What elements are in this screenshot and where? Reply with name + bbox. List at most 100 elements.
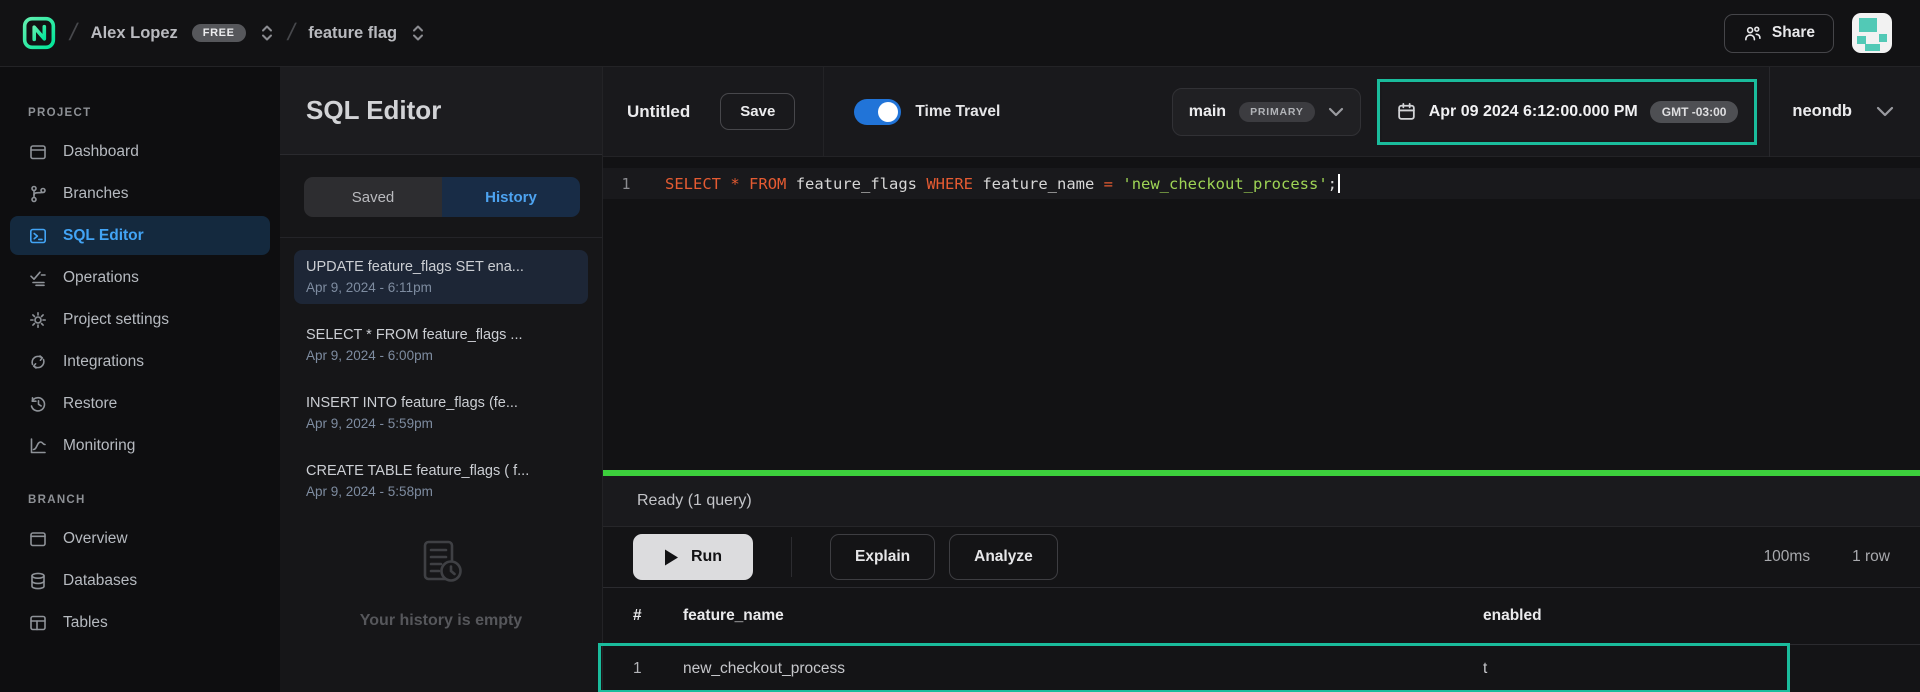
sidebar-item-overview[interactable]: Overview xyxy=(10,519,270,558)
sidebar-item-label: Operations xyxy=(63,269,139,287)
sql-token: FROM xyxy=(749,175,786,193)
sql-token: = xyxy=(1104,175,1113,193)
calendar-icon xyxy=(1396,101,1417,122)
saved-history-tabs: SavedHistory xyxy=(304,177,580,217)
database-name: neondb xyxy=(1792,102,1852,121)
time-travel-toggle[interactable] xyxy=(854,99,901,125)
editor-header: Untitled Save Time Travel main PRIMARY xyxy=(603,67,1920,157)
monitoring-icon xyxy=(28,436,48,456)
settings-gear-icon xyxy=(28,310,48,330)
page-title: SQL Editor xyxy=(306,95,441,126)
history-query-text: INSERT INTO feature_flags (fe... xyxy=(306,395,576,411)
document-title[interactable]: Untitled xyxy=(627,102,690,122)
sql-token xyxy=(740,175,749,193)
chevron-down-icon xyxy=(1876,106,1894,117)
history-list: UPDATE feature_flags SET ena...Apr 9, 20… xyxy=(280,238,602,522)
timezone-badge: GMT -03:00 xyxy=(1650,101,1739,123)
sidebar-item-label: Integrations xyxy=(63,353,144,371)
table-row[interactable]: 1new_checkout_processt xyxy=(603,645,1920,692)
sidebar-item-restore[interactable]: Restore xyxy=(10,384,270,423)
tab-history[interactable]: History xyxy=(442,177,580,217)
sidebar-item-tables[interactable]: Tables xyxy=(10,603,270,642)
sidebar-item-label: SQL Editor xyxy=(63,227,144,245)
tables-icon xyxy=(28,613,48,633)
sidebar-item-label: Project settings xyxy=(63,311,169,329)
chevron-down-icon xyxy=(1328,107,1344,117)
sidebar-item-sql-editor[interactable]: SQL Editor xyxy=(10,216,270,255)
sidebar-section-label: PROJECT xyxy=(0,107,280,129)
org-switcher-icon[interactable] xyxy=(260,23,274,43)
sidebar-item-monitoring[interactable]: Monitoring xyxy=(10,426,270,465)
history-item[interactable]: INSERT INTO feature_flags (fe...Apr 9, 2… xyxy=(294,386,588,440)
history-item[interactable]: SELECT * FROM feature_flags ...Apr 9, 20… xyxy=(294,318,588,372)
history-item[interactable]: CREATE TABLE feature_flags ( f...Apr 9, … xyxy=(294,454,588,508)
integrations-icon xyxy=(28,352,48,372)
sidebar-item-operations[interactable]: Operations xyxy=(10,258,270,297)
code-line: 1 SELECT * FROM feature_flags WHERE feat… xyxy=(603,168,1920,199)
sql-statement: SELECT * FROM feature_flags WHERE featur… xyxy=(665,174,1340,193)
sql-token: 'new_checkout_process' xyxy=(1122,175,1327,193)
branch-selector[interactable]: main PRIMARY xyxy=(1172,88,1361,136)
sidebar-item-branches[interactable]: Branches xyxy=(10,174,270,213)
sidebar-section-label: BRANCH xyxy=(0,494,280,516)
table-cell: new_checkout_process xyxy=(683,660,1483,678)
query-duration: 100ms xyxy=(1764,548,1811,566)
sql-token: feature_name xyxy=(973,175,1104,193)
divider xyxy=(823,67,824,157)
people-icon xyxy=(1743,24,1762,43)
sidebar-item-label: Monitoring xyxy=(63,437,135,455)
top-bar: / Alex Lopez FREE / feature flag xyxy=(0,0,1920,67)
explain-button[interactable]: Explain xyxy=(830,534,935,580)
neon-logo-icon[interactable] xyxy=(22,16,56,50)
toggle-knob xyxy=(878,102,898,122)
history-item[interactable]: UPDATE feature_flags SET ena...Apr 9, 20… xyxy=(294,250,588,304)
sql-token: ; xyxy=(1328,175,1337,193)
share-button-label: Share xyxy=(1772,24,1815,42)
time-travel-datetime-picker[interactable]: Apr 09 2024 6:12:00.000 PM GMT -03:00 xyxy=(1382,84,1753,140)
sidebar-item-databases[interactable]: Databases xyxy=(10,561,270,600)
project-switcher-icon[interactable] xyxy=(411,23,425,43)
breadcrumb: / Alex Lopez FREE / feature flag xyxy=(22,16,425,50)
sidebar-item-label: Dashboard xyxy=(63,143,139,161)
results-table: #feature_nameenabled 1new_checkout_proce… xyxy=(603,587,1920,692)
sql-editor-panel: SQL Editor SavedHistory UPDATE feature_f… xyxy=(280,67,603,692)
row-count: 1 row xyxy=(1852,548,1890,566)
text-cursor xyxy=(1338,174,1340,193)
avatar[interactable] xyxy=(1852,13,1892,53)
table-header-row: #feature_nameenabled xyxy=(603,588,1920,645)
sidebar-item-dashboard[interactable]: Dashboard xyxy=(10,132,270,171)
annotation-box-time-picker: Apr 09 2024 6:12:00.000 PM GMT -03:00 xyxy=(1377,79,1758,145)
org-name[interactable]: Alex Lopez xyxy=(91,24,178,43)
history-query-text: SELECT * FROM feature_flags ... xyxy=(306,327,576,343)
status-text: Ready (1 query) xyxy=(637,492,752,510)
sql-token: SELECT xyxy=(665,175,721,193)
project-name[interactable]: feature flag xyxy=(308,24,397,43)
sql-code-editor[interactable]: 1 SELECT * FROM feature_flags WHERE feat… xyxy=(603,157,1920,470)
column-header: feature_name xyxy=(683,607,1483,625)
sidebar-item-label: Overview xyxy=(63,530,128,548)
sidebar: PROJECT Dashboard Branches SQL Editor Operat… xyxy=(0,67,280,692)
dashboard-icon xyxy=(28,142,48,162)
table-cell: t xyxy=(1483,660,1920,678)
run-button-label: Run xyxy=(691,548,722,566)
database-selector[interactable]: neondb xyxy=(1769,67,1920,157)
save-button[interactable]: Save xyxy=(720,93,795,130)
share-button[interactable]: Share xyxy=(1724,14,1834,53)
divider xyxy=(791,537,792,577)
analyze-button[interactable]: Analyze xyxy=(949,534,1058,580)
breadcrumb-separator: / xyxy=(285,19,298,47)
sql-token xyxy=(721,175,730,193)
sidebar-item-integrations[interactable]: Integrations xyxy=(10,342,270,381)
results-status-band: Ready (1 query) xyxy=(603,476,1920,527)
query-actions-row: Run Explain Analyze 100ms 1 row xyxy=(603,527,1920,587)
panel-title-band: SQL Editor xyxy=(280,67,602,155)
history-query-text: CREATE TABLE feature_flags ( f... xyxy=(306,463,576,479)
main-area: Untitled Save Time Travel main PRIMARY xyxy=(603,67,1920,692)
time-travel-label: Time Travel xyxy=(915,103,1000,121)
run-button[interactable]: Run xyxy=(633,534,753,580)
empty-history-label: Your history is empty xyxy=(360,612,522,630)
tab-saved[interactable]: Saved xyxy=(304,177,442,217)
overview-icon xyxy=(28,529,48,549)
sidebar-item-project-settings[interactable]: Project settings xyxy=(10,300,270,339)
sql-token: * xyxy=(730,175,739,193)
